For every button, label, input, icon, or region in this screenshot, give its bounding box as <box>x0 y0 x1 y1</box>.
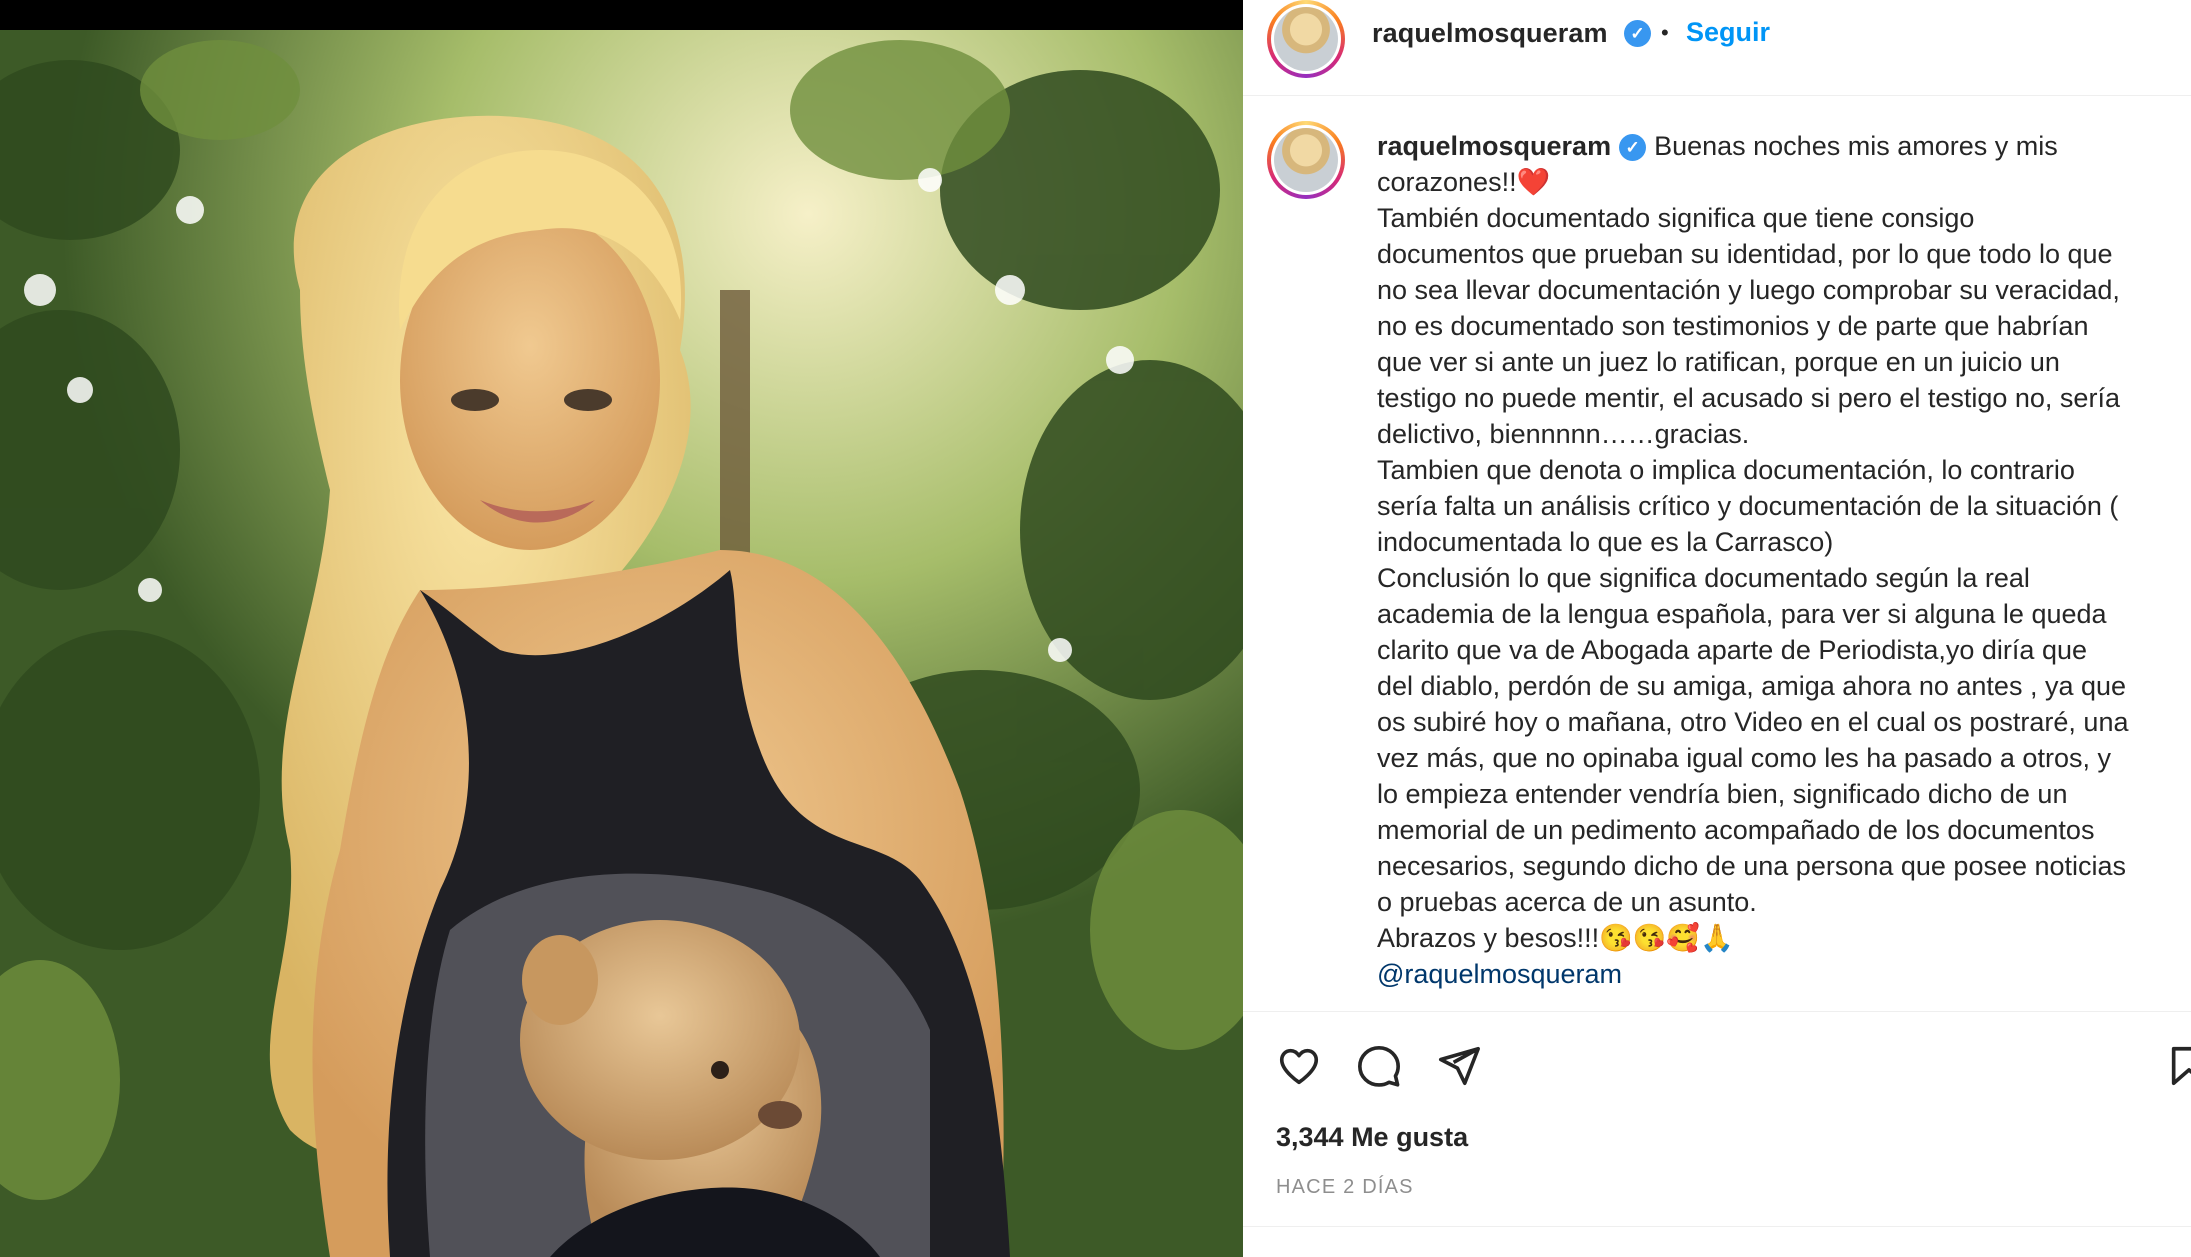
verified-badge-icon: ✓ <box>1624 20 1651 47</box>
caption-line: Conclusión lo que significa documentado … <box>1377 563 2030 593</box>
caption-line: academia de la lengua española, para ver… <box>1377 599 2107 629</box>
caption-line: También documentado significa que tiene … <box>1377 203 1975 233</box>
share-icon[interactable] <box>1436 1043 1482 1089</box>
caption-line: testigo no puede mentir, el acusado si p… <box>1377 383 2120 413</box>
caption-username[interactable]: raquelmosqueram <box>1377 131 1611 161</box>
caption-line: necesarios, segundo dicho de una persona… <box>1377 851 2127 881</box>
caption-line: no sea llevar documentación y luego comp… <box>1377 275 2120 305</box>
caption-line: corazones!!❤️ <box>1377 167 1551 197</box>
caption-line: Buenas noches mis amores y mis <box>1654 131 2058 161</box>
caption-line: que ver si ante un juez lo ratifican, po… <box>1377 347 2060 377</box>
caption-line: os subiré hoy o mañana, otro Video en el… <box>1377 707 2129 737</box>
photo-illustration <box>0 30 1243 1257</box>
post-timestamp[interactable]: HACE 2 DÍAS <box>1276 1176 1414 1199</box>
likes-count[interactable]: 3,344 Me gusta <box>1276 1122 1468 1153</box>
heart-icon[interactable] <box>1276 1043 1322 1089</box>
author-username[interactable]: raquelmosqueram <box>1372 18 1608 49</box>
actions-divider <box>1243 1011 2191 1012</box>
photo-top-bar <box>0 0 1243 30</box>
caption-line: documentos que prueban su identidad, por… <box>1377 239 2113 269</box>
author-avatar[interactable] <box>1267 0 1345 78</box>
post-photo[interactable] <box>0 0 1243 1257</box>
caption-line: Abrazos y besos!!!😘😘🥰🙏 <box>1377 923 1734 953</box>
caption-line: Tambien que denota o implica documentaci… <box>1377 455 2075 485</box>
caption-line: delictivo, biennnnn……gracias. <box>1377 419 1750 449</box>
caption-verified-badge-icon: ✓ <box>1619 134 1647 161</box>
comment-divider <box>1243 1226 2191 1227</box>
comment-icon[interactable] <box>1356 1043 1402 1089</box>
caption-mention-link[interactable]: @raquelmosqueram <box>1377 956 2177 992</box>
avatar-photo <box>1274 7 1338 71</box>
caption-line: lo empieza entender vendría bien, signif… <box>1377 779 2068 809</box>
caption-line: memorial de un pedimento acompañado de l… <box>1377 815 2095 845</box>
caption-line: no es documentado son testimonios y de p… <box>1377 311 2089 341</box>
caption-line: vez más, que no opinaba igual como les h… <box>1377 743 2111 773</box>
caption-line: clarito que va de Abogada aparte de Peri… <box>1377 635 2087 665</box>
follow-button[interactable]: Seguir <box>1686 17 1770 48</box>
caption-section: raquelmosqueram ✓ Buenas noches mis amores… <box>1243 96 2191 1011</box>
caption-line-first: raquelmosqueram ✓ Buenas noches mis amores… <box>1377 128 2177 164</box>
caption-line: del diablo, perdón de su amiga, amiga ah… <box>1377 671 2127 701</box>
bookmark-icon[interactable] <box>2166 1043 2191 1089</box>
post-header: raquelmosqueram ✓ • Seguir <box>1243 0 2191 96</box>
header-separator: • <box>1661 20 1669 45</box>
caption-avatar[interactable] <box>1267 121 1345 199</box>
caption-line: sería falta un análisis crítico y docume… <box>1377 491 2119 521</box>
caption-avatar-photo <box>1274 128 1338 192</box>
caption-line: indocumentada lo que es la Carrasco) <box>1377 527 1834 557</box>
caption-text: raquelmosqueram ✓ Buenas noches mis amores… <box>1377 128 2177 992</box>
caption-line: o pruebas acerca de un asunto. <box>1377 887 1757 917</box>
post-side-panel: raquelmosqueram ✓ • Seguir raquelmosquer… <box>1243 0 2191 1257</box>
